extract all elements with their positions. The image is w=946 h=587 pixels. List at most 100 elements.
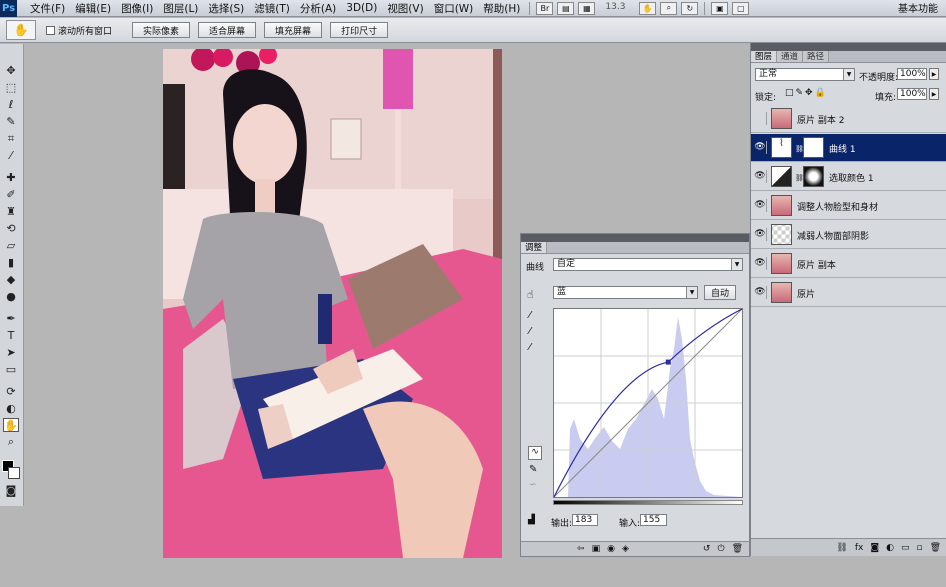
layer-row[interactable]: 👁 原片 <box>751 279 946 307</box>
channel-dropdown[interactable]: 蓝 ▼ <box>553 286 698 299</box>
gray-point-eyedropper-icon[interactable]: ⁄ <box>529 326 531 337</box>
fill-field[interactable]: 100% <box>897 88 927 100</box>
trash-icon[interactable]: 🗑 <box>930 543 941 553</box>
return-icon[interactable]: ⇦ <box>577 544 585 554</box>
new-adjustment-icon[interactable]: ◐ <box>886 543 894 553</box>
eye-icon[interactable]: 👁 <box>754 257 767 270</box>
fit-screen-button[interactable]: 适合屏幕 <box>198 22 257 38</box>
eye-icon[interactable]: 👁 <box>754 199 767 212</box>
curve-control-point[interactable] <box>665 359 671 365</box>
dodge-tool-icon[interactable]: ● <box>3 290 19 304</box>
eraser-tool-icon[interactable]: ▱ <box>3 239 19 253</box>
brush-tool-icon[interactable]: ✐ <box>3 188 19 202</box>
3d-rotate-tool-icon[interactable]: ⟳ <box>3 385 19 399</box>
rotate-view-icon[interactable]: ↻ <box>681 1 699 15</box>
shape-tool-icon[interactable]: ▭ <box>3 363 19 377</box>
menu-analysis[interactable]: 分析(A) <box>295 1 341 16</box>
gradient-tool-icon[interactable]: ▮ <box>3 256 19 270</box>
zoom-icon[interactable]: ⌕ <box>660 1 678 15</box>
healing-brush-tool-icon[interactable]: ✚ <box>3 171 19 185</box>
quick-select-tool-icon[interactable]: ✎ <box>3 115 19 129</box>
scroll-all-windows-checkbox[interactable]: 滚动所有窗口 <box>46 24 112 37</box>
tab-channels[interactable]: 通道 <box>777 51 804 62</box>
print-size-button[interactable]: 打印尺寸 <box>330 22 389 38</box>
opacity-arrow-icon[interactable]: ▶ <box>929 68 939 80</box>
layer-row[interactable]: 👁 原片 副本 <box>751 250 946 278</box>
add-mask-icon[interactable]: ◙ <box>870 543 879 553</box>
eye-icon[interactable]: 👁 <box>754 141 767 154</box>
view-previous-icon[interactable]: ◈ <box>622 544 629 554</box>
trash-icon[interactable]: 🗑 <box>732 544 743 554</box>
tab-layers[interactable]: 图层 <box>751 51 778 62</box>
zoom-level[interactable]: 13.3 <box>597 2 637 15</box>
target-adjust-icon[interactable]: ☝ <box>527 288 534 301</box>
menu-layer[interactable]: 图层(L) <box>158 1 203 16</box>
visibility-toggle[interactable] <box>754 112 767 125</box>
background-color-swatch[interactable] <box>8 467 20 479</box>
eye-icon[interactable]: 👁 <box>754 286 767 299</box>
arrange-documents-icon[interactable]: ▣ <box>711 1 729 15</box>
new-group-icon[interactable]: ▭ <box>901 543 910 553</box>
panel-header-strip[interactable] <box>751 43 946 51</box>
black-point-eyedropper-icon[interactable]: ⁄ <box>529 310 531 321</box>
curve-edit-icon[interactable]: ∿ <box>528 446 542 460</box>
crop-tool-icon[interactable]: ⌗ <box>3 132 19 146</box>
menu-window[interactable]: 窗口(W) <box>429 1 479 16</box>
menu-image[interactable]: 图像(I) <box>116 1 158 16</box>
link-layers-icon[interactable]: ⛓ <box>836 543 847 553</box>
pencil-icon[interactable]: ✎ <box>529 464 537 475</box>
opacity-field[interactable]: 100% <box>897 68 927 80</box>
layer-row[interactable]: 👁 ⌇ ⛓ 曲线 1 <box>751 134 946 162</box>
marquee-tool-icon[interactable]: ⬚ <box>3 81 19 95</box>
white-point-eyedropper-icon[interactable]: ⁄ <box>529 342 531 353</box>
fx-icon[interactable]: fx <box>855 543 864 553</box>
reset-icon[interactable]: ↺ <box>703 544 711 554</box>
minibridge-icon[interactable]: ▤ <box>557 1 575 15</box>
clone-stamp-tool-icon[interactable]: ♜ <box>3 205 19 219</box>
hand-tool-preset[interactable]: ✋ <box>6 20 36 40</box>
hand-tool-icon[interactable]: ✋ <box>3 418 19 432</box>
quick-mask-icon[interactable]: ◙ <box>3 484 19 498</box>
move-tool-icon[interactable]: ✥ <box>3 64 19 78</box>
menu-edit[interactable]: 编辑(E) <box>70 1 116 16</box>
pen-tool-icon[interactable]: ✒ <box>3 312 19 326</box>
layer-row[interactable]: 原片 副本 2 <box>751 105 946 133</box>
menu-filter[interactable]: 滤镜(T) <box>249 1 295 16</box>
power-icon[interactable]: ⏻ <box>717 544 724 554</box>
menu-file[interactable]: 文件(F) <box>25 1 70 16</box>
menu-help[interactable]: 帮助(H) <box>478 1 525 16</box>
layer-row[interactable]: 👁 调整人物脸型和身材 <box>751 192 946 220</box>
canvas-photo[interactable] <box>163 49 502 558</box>
clip-layer-icon[interactable]: ▣ <box>592 544 601 554</box>
layer-row[interactable]: 👁 ⛓ 选取颜色 1 <box>751 163 946 191</box>
history-brush-tool-icon[interactable]: ⟲ <box>3 222 19 236</box>
layer-mask-thumbnail[interactable] <box>803 166 824 187</box>
lock-icons[interactable]: □✎✥🔒 <box>785 88 828 98</box>
panel-header-strip[interactable] <box>521 234 749 242</box>
eye-icon[interactable]: 👁 <box>754 170 767 183</box>
screen-mode-icon[interactable]: ▢ <box>732 1 750 15</box>
layer-mask-thumbnail[interactable] <box>803 137 824 158</box>
path-select-tool-icon[interactable]: ➤ <box>3 346 19 360</box>
lasso-tool-icon[interactable]: ℓ <box>3 98 19 112</box>
histogram-icon[interactable]: ▟ <box>528 515 535 525</box>
smooth-icon[interactable]: ∽ <box>529 480 537 490</box>
menu-select[interactable]: 选择(S) <box>203 1 249 16</box>
tab-adjustments[interactable]: 调整 <box>521 242 548 253</box>
grid-icon[interactable]: ▦ <box>578 1 596 15</box>
new-layer-icon[interactable]: ▫ <box>916 543 922 553</box>
fill-screen-button[interactable]: 填充屏幕 <box>264 22 323 38</box>
preset-dropdown[interactable]: 自定 ▼ <box>553 258 743 271</box>
visibility-icon[interactable]: ◉ <box>607 544 615 554</box>
curves-graph[interactable] <box>553 308 743 498</box>
3d-orbit-tool-icon[interactable]: ◐ <box>3 402 19 416</box>
layer-row[interactable]: 👁 减弱人物面部阴影 <box>751 221 946 249</box>
workspace-switcher[interactable]: 基本功能 <box>898 0 938 15</box>
fill-arrow-icon[interactable]: ▶ <box>929 88 939 100</box>
eyedropper-tool-icon[interactable]: ⁄ <box>3 149 19 163</box>
actual-pixels-button[interactable]: 实际像素 <box>132 22 191 38</box>
type-tool-icon[interactable]: T <box>3 329 19 343</box>
hand-icon[interactable]: ✋ <box>639 1 657 15</box>
auto-button[interactable]: 自动 <box>704 285 737 300</box>
zoom-tool-icon[interactable]: ⌕ <box>3 435 19 449</box>
